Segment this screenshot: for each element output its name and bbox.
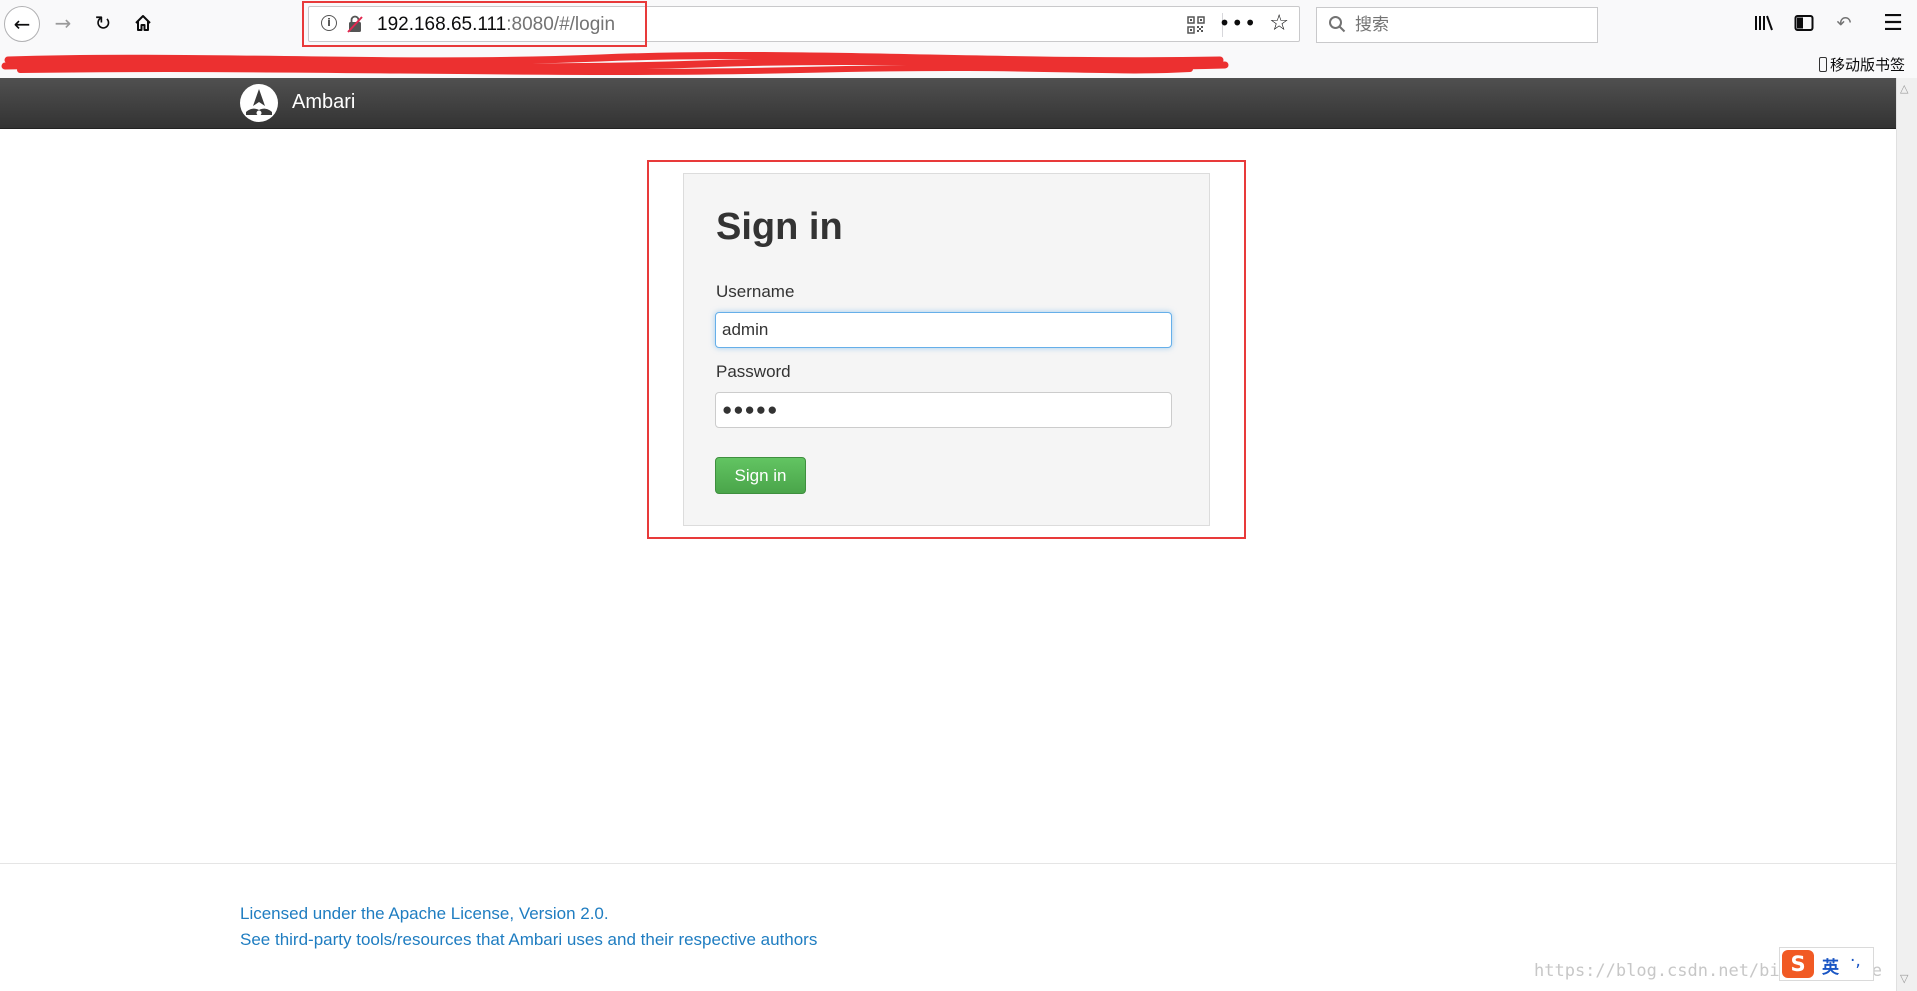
ambari-logo-icon[interactable] — [240, 84, 278, 122]
sidebar-icon[interactable] — [1793, 12, 1815, 34]
home-icon — [135, 15, 151, 31]
ime-toolbar[interactable]: S 英 ·, — [1779, 947, 1874, 981]
bookmarks-bar: 移动版书签 — [0, 50, 1917, 78]
browser-search-box[interactable] — [1316, 7, 1598, 43]
star-icon[interactable]: ☆ — [1269, 11, 1289, 36]
reload-button[interactable]: ↻ — [86, 6, 120, 40]
redaction-scribble — [1, 52, 1229, 75]
scroll-up-icon[interactable]: △ — [1900, 82, 1908, 95]
forward-button[interactable]: → — [46, 6, 80, 40]
page-scrollbar[interactable]: △ ▽ — [1896, 78, 1917, 991]
undo-icon[interactable]: ↶ — [1833, 12, 1855, 34]
annotation-box-url — [302, 1, 647, 47]
ime-language-toggle[interactable]: 英 — [1822, 953, 1839, 978]
mobile-phone-icon — [1818, 57, 1827, 72]
app-header: Ambari — [0, 78, 1896, 129]
sogou-ime-icon[interactable]: S — [1782, 950, 1814, 978]
hamburger-menu-icon[interactable]: ☰ — [1882, 11, 1904, 36]
library-icon[interactable] — [1753, 12, 1775, 34]
third-party-link[interactable]: See third-party tools/resources that Amb… — [240, 930, 817, 950]
ime-punctuation-toggle[interactable]: ·, — [1850, 951, 1861, 971]
search-icon — [1329, 16, 1346, 33]
home-button[interactable] — [126, 6, 160, 40]
qr-code-icon[interactable] — [1187, 16, 1205, 34]
annotation-box-login — [647, 160, 1246, 539]
arrow-right-icon: → — [54, 11, 72, 35]
browser-toolbar: ← → ↻ i 192.168.65.111:8080/#/login ••• … — [0, 0, 1917, 50]
reload-icon: ↻ — [94, 11, 112, 35]
search-input[interactable] — [1355, 9, 1585, 41]
back-button[interactable]: ← — [4, 6, 40, 42]
mobile-bookmarks[interactable]: 移动版书签 — [1818, 54, 1905, 75]
arrow-left-icon: ← — [13, 12, 31, 36]
app-title[interactable]: Ambari — [292, 91, 355, 114]
more-icon[interactable]: ••• — [1219, 11, 1257, 35]
scroll-down-icon[interactable]: ▽ — [1900, 972, 1908, 985]
license-link[interactable]: Licensed under the Apache License, Versi… — [240, 904, 609, 924]
mobile-bookmarks-label: 移动版书签 — [1829, 56, 1905, 74]
footer-divider — [0, 863, 1896, 864]
